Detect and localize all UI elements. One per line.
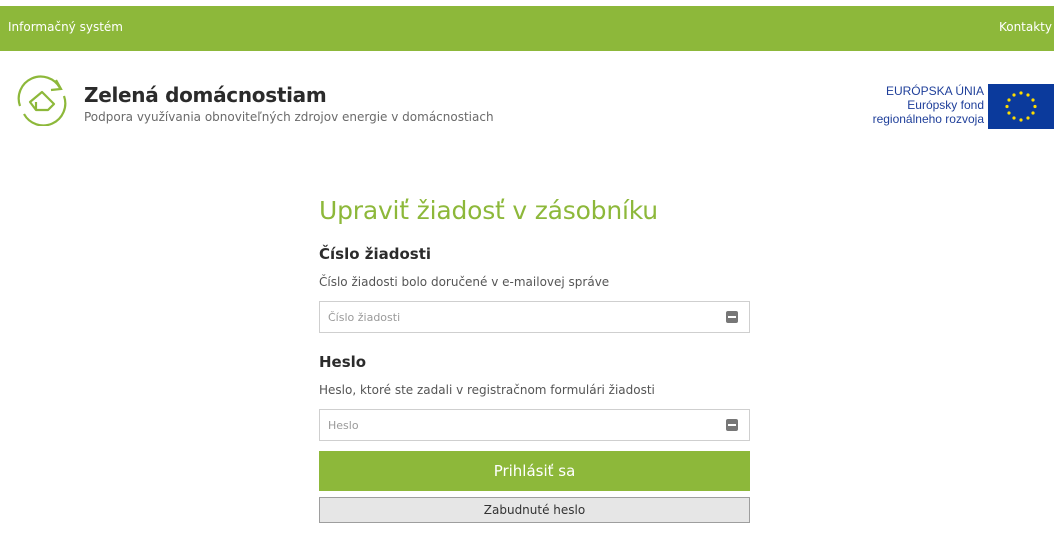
eu-line-2: Európsky fond: [907, 98, 984, 112]
eu-caption: EURÓPSKA ÚNIA Európsky fond regionálneho…: [873, 84, 984, 126]
page-title: Upraviť žiadosť v zásobníku: [319, 196, 658, 225]
password-label: Heslo: [319, 353, 367, 371]
password-help: Heslo, ktoré ste zadali v registračnom f…: [319, 383, 655, 397]
brand-subtitle: Podpora využívania obnoviteľných zdrojov…: [84, 110, 494, 124]
forgot-password-button[interactable]: Zabudnuté heslo: [319, 497, 750, 523]
request-number-label: Číslo žiadosti: [319, 245, 432, 263]
password-field: [319, 409, 750, 441]
contacts-link[interactable]: Kontakty: [999, 20, 1052, 34]
eu-flag-icon: [988, 84, 1054, 129]
system-link[interactable]: Informačný systém: [8, 20, 123, 34]
house-refresh-icon: [17, 75, 67, 126]
request-number-input[interactable]: [320, 302, 749, 332]
login-button[interactable]: Prihlásiť sa: [319, 451, 750, 491]
edit-request-form: Upraviť žiadosť v zásobníku Číslo žiados…: [319, 196, 750, 523]
keyboard-icon[interactable]: [726, 419, 738, 431]
top-navbar: Informačný systém Kontakty: [0, 6, 1054, 51]
eu-line-1: EURÓPSKA ÚNIA: [885, 84, 984, 98]
keyboard-icon[interactable]: [726, 311, 738, 323]
request-number-field: [319, 301, 750, 333]
brand-title: Zelená domácnostiam: [84, 83, 327, 107]
password-input[interactable]: [320, 410, 749, 440]
eu-line-3: regionálneho rozvoja: [872, 112, 984, 126]
request-number-help: Číslo žiadosti bolo doručené v e-mailove…: [319, 275, 610, 289]
